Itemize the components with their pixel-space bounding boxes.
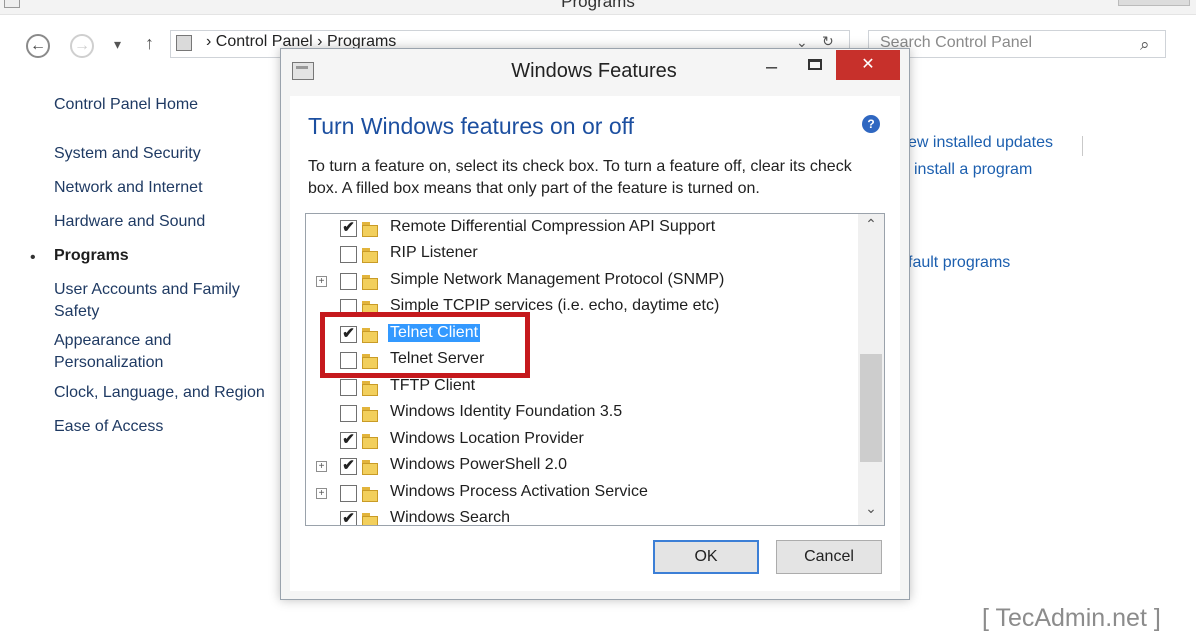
feature-label[interactable]: Remote Differential Compression API Supp… <box>388 218 717 236</box>
feature-checkbox[interactable] <box>340 246 357 263</box>
feature-row[interactable]: Windows Identity Foundation 3.5 <box>306 401 858 427</box>
scroll-up-icon[interactable]: ⌃ <box>858 216 884 238</box>
sidebar-item-programs[interactable]: Programs <box>54 245 129 267</box>
folder-icon <box>361 379 379 396</box>
window-controls[interactable] <box>1118 0 1190 6</box>
feature-label[interactable]: Windows Process Activation Service <box>388 483 650 501</box>
feature-row[interactable]: ✔ Windows Search <box>306 507 858 525</box>
feature-checkbox[interactable] <box>340 405 357 422</box>
minimize-button[interactable]: – <box>766 56 777 79</box>
feature-checkbox[interactable] <box>340 379 357 396</box>
sidebar-item-clock-region[interactable]: Clock, Language, and Region <box>54 382 265 404</box>
expand-icon[interactable]: + <box>316 276 327 287</box>
expand-icon[interactable]: + <box>316 488 327 499</box>
folder-icon <box>361 246 379 263</box>
folder-icon <box>361 273 379 290</box>
help-icon[interactable]: ? <box>862 115 880 133</box>
feature-label[interactable]: RIP Listener <box>388 244 480 262</box>
feature-checkbox[interactable]: ✔ <box>340 220 357 237</box>
feature-row[interactable]: + Simple Network Management Protocol (SN… <box>306 269 858 295</box>
feature-checkbox[interactable] <box>340 273 357 290</box>
feature-row[interactable]: TFTP Client <box>306 375 858 401</box>
maximize-button[interactable] <box>808 59 822 70</box>
feature-label[interactable]: Windows Location Provider <box>388 430 586 448</box>
cancel-button[interactable]: Cancel <box>776 540 882 574</box>
expand-icon[interactable]: + <box>316 461 327 472</box>
folder-icon <box>361 458 379 475</box>
recent-pages-chevron-icon[interactable]: ▾ <box>114 36 121 53</box>
sidebar-item-system-security[interactable]: System and Security <box>54 143 201 165</box>
sidebar-item-hardware[interactable]: Hardware and Sound <box>54 211 205 233</box>
default-programs-link[interactable]: fault programs <box>908 254 1010 272</box>
dialog-description: To turn a feature on, select its check b… <box>308 158 852 197</box>
feature-label[interactable]: Windows Identity Foundation 3.5 <box>388 403 624 421</box>
annotation-highlight-box <box>320 312 530 378</box>
view-installed-updates-link[interactable]: ew installed updates <box>908 134 1053 152</box>
install-program-link[interactable]: install a program <box>914 161 1032 179</box>
forward-button[interactable]: → <box>70 34 94 58</box>
folder-icon <box>361 485 379 502</box>
feature-label[interactable]: TFTP Client <box>388 377 477 395</box>
search-icon[interactable]: ⌕ <box>1140 35 1150 55</box>
folder-icon <box>361 220 379 237</box>
sidebar-item-user-accounts[interactable]: User Accounts and Family Safety <box>54 279 269 323</box>
feature-label[interactable]: Simple Network Management Protocol (SNMP… <box>388 271 726 289</box>
current-item-bullet: • <box>30 249 36 266</box>
dialog-heading: Turn Windows features on or off <box>308 113 634 139</box>
watermark: [ TecAdmin.net ] <box>982 604 1161 632</box>
feature-checkbox[interactable]: ✔ <box>340 458 357 475</box>
feature-label[interactable]: Windows Search <box>388 509 512 525</box>
window-title: Programs <box>561 0 635 11</box>
link-separator <box>1082 136 1083 156</box>
feature-checkbox[interactable] <box>340 485 357 502</box>
feature-checkbox[interactable]: ✔ <box>340 511 357 525</box>
feature-checkbox[interactable]: ✔ <box>340 432 357 449</box>
up-arrow-icon[interactable]: ↑ <box>145 33 154 54</box>
scroll-down-icon[interactable]: ⌄ <box>858 500 884 522</box>
dialog-app-icon <box>292 62 314 80</box>
feature-row[interactable]: + Windows Process Activation Service <box>306 481 858 507</box>
feature-row[interactable]: + ✔ Windows PowerShell 2.0 <box>306 454 858 480</box>
scrollbar-thumb[interactable] <box>860 354 882 462</box>
feature-row[interactable]: ✔ Remote Differential Compression API Su… <box>306 216 858 242</box>
feature-row[interactable]: RIP Listener <box>306 242 858 268</box>
folder-icon <box>361 405 379 422</box>
sidebar-item-home[interactable]: Control Panel Home <box>54 94 198 116</box>
ok-button[interactable]: OK <box>653 540 759 574</box>
back-button[interactable]: ← <box>26 34 50 58</box>
sidebar-item-appearance[interactable]: Appearance and Personalization <box>54 330 204 374</box>
feature-label[interactable]: Windows PowerShell 2.0 <box>388 456 569 474</box>
folder-icon <box>361 511 379 525</box>
close-button[interactable]: ✕ <box>836 50 900 80</box>
sidebar-item-network[interactable]: Network and Internet <box>54 177 203 199</box>
control-panel-icon <box>176 35 192 51</box>
folder-icon <box>361 432 379 449</box>
feature-row[interactable]: ✔ Windows Location Provider <box>306 428 858 454</box>
sidebar-item-ease-of-access[interactable]: Ease of Access <box>54 416 163 438</box>
dialog-title: Windows Features <box>511 60 677 82</box>
